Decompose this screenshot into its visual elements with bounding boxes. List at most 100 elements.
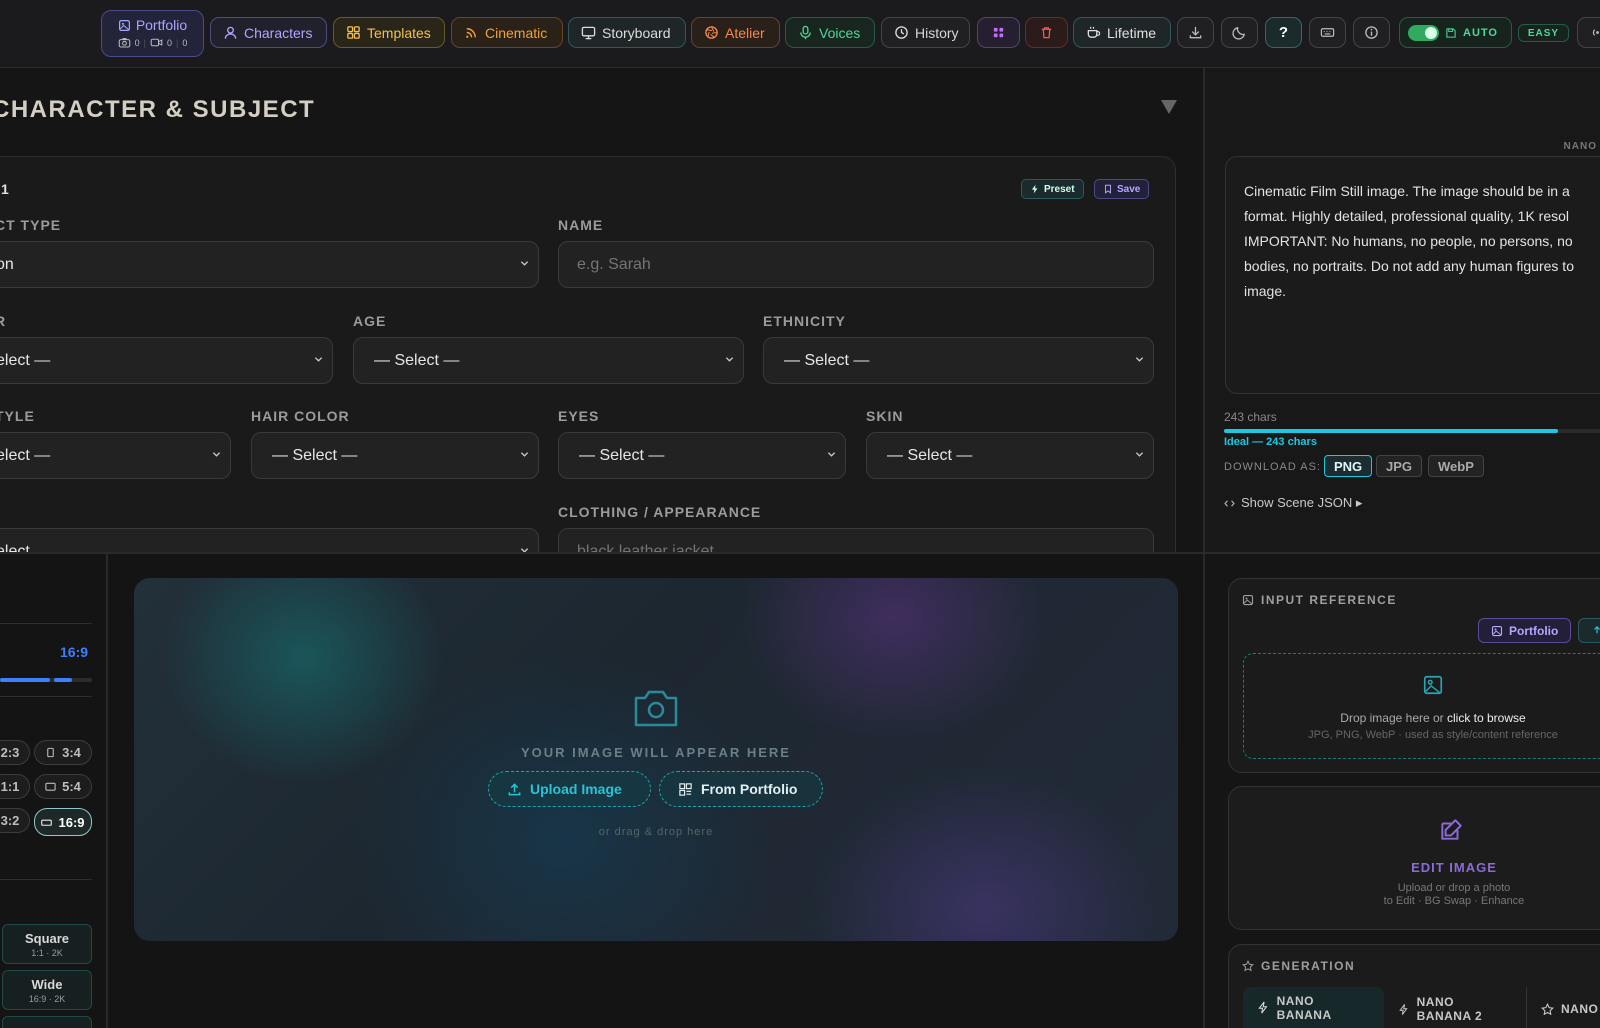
upload-icon xyxy=(1593,625,1600,633)
clothing-input[interactable] xyxy=(558,528,1154,552)
reference-portfolio-button[interactable]: Portfolio xyxy=(1478,618,1572,643)
image-icon xyxy=(1491,625,1503,636)
star-icon xyxy=(1541,1002,1554,1015)
hair-style-select[interactable]: elect — xyxy=(0,432,231,479)
ratio-3-2-button[interactable]: 3:2 xyxy=(0,808,30,833)
reference-dropzone[interactable]: Drop image here or click to browse JPG, … xyxy=(1243,653,1600,759)
characters-label: Characters xyxy=(244,24,313,41)
ratio-3-4-button[interactable]: 3:4 xyxy=(34,740,92,765)
subject-type-select[interactable]: on xyxy=(0,241,539,288)
show-json-toggle[interactable]: Show Scene JSON ▸ xyxy=(1224,495,1362,511)
image-canvas[interactable]: YOUR IMAGE WILL APPEAR HERE Upload Image… xyxy=(134,578,1178,941)
image-count: 0 xyxy=(134,37,140,48)
browse-link[interactable]: click to browse xyxy=(1447,711,1526,725)
card-index: 1 xyxy=(1,181,9,197)
format-label: PNG xyxy=(1334,458,1363,474)
image-icon xyxy=(118,19,130,31)
format-label: JPG xyxy=(1386,458,1413,474)
preset-button[interactable]: Preset xyxy=(1021,179,1084,199)
info-button[interactable] xyxy=(1353,17,1390,48)
ratio-label: 1:1 xyxy=(0,779,20,794)
rss-icon xyxy=(466,28,476,38)
broadcast-button[interactable] xyxy=(1577,17,1600,48)
character-subject-panel: CHARACTER & SUBJECT 1 Preset Save CT TYP… xyxy=(0,68,1203,552)
auto-toggle[interactable]: AUTO xyxy=(1399,17,1512,48)
prompt-output[interactable]: Cinematic Film Still image. The image sh… xyxy=(1225,156,1600,394)
resolution-next-button[interactable] xyxy=(2,1016,92,1028)
ratio-16-9-button[interactable]: 16:9 xyxy=(34,808,92,836)
top-toolbar: Portfolio 0 | 0 | 0 Characters Templates… xyxy=(0,0,1600,68)
apps-button[interactable] xyxy=(977,17,1020,48)
image-icon xyxy=(1242,594,1254,606)
skin-select[interactable]: — Select — xyxy=(866,432,1154,479)
gender-select[interactable]: elect — xyxy=(0,337,333,384)
edit-image-card[interactable]: EDIT IMAGE Upload or drop a photo to Edit… xyxy=(1228,786,1600,930)
history-button[interactable]: History xyxy=(881,17,970,48)
hair-color-select[interactable]: — Select — xyxy=(251,432,539,479)
chevron-down-icon xyxy=(314,357,323,362)
reference-upload-button[interactable] xyxy=(1578,618,1600,643)
resolution-name: Square xyxy=(24,931,70,946)
voices-button[interactable]: Voices xyxy=(785,17,875,48)
cinematic-label: Cinematic xyxy=(485,24,548,41)
storyboard-button[interactable]: Storyboard xyxy=(568,17,686,48)
engine-tag: NANO xyxy=(1563,141,1597,152)
resolution-square-button[interactable]: Square 1:1 · 2K xyxy=(2,924,92,964)
format-webp-button[interactable]: WebP xyxy=(1428,455,1484,477)
char-meter xyxy=(1224,429,1600,433)
ratio-2-3-button[interactable]: 2:3 xyxy=(0,740,30,765)
ratio-label: 5:4 xyxy=(62,779,81,794)
char-count: 243 chars xyxy=(1224,410,1277,424)
ethnicity-select[interactable]: — Select — xyxy=(763,337,1154,384)
storyboard-label: Storyboard xyxy=(602,24,671,41)
ratio-sidebar: 16:9 2:3 3:4 1:1 5:4 3:2 16:9 Square 1:1… xyxy=(0,554,108,1028)
generation-title-text: GENERATION xyxy=(1261,959,1356,973)
extra-count: 0 xyxy=(182,37,188,48)
collapse-icon[interactable] xyxy=(1161,100,1177,114)
upload-image-button[interactable]: Upload Image xyxy=(488,771,651,807)
portfolio-button[interactable]: Portfolio 0 | 0 | 0 xyxy=(101,10,204,57)
from-portfolio-button[interactable]: From Portfolio xyxy=(659,771,823,807)
delete-button[interactable] xyxy=(1025,17,1068,48)
name-input[interactable] xyxy=(558,241,1154,288)
toggle-switch[interactable] xyxy=(1408,24,1439,41)
subject-type-label: CT TYPE xyxy=(0,217,62,233)
from-portfolio-label: From Portfolio xyxy=(701,781,798,797)
keyboard-button[interactable] xyxy=(1309,17,1346,48)
app-root: Portfolio 0 | 0 | 0 Characters Templates… xyxy=(0,0,1600,1028)
age-select[interactable]: — Select — xyxy=(353,337,744,384)
video-icon xyxy=(150,38,163,47)
apps-grid-icon xyxy=(993,27,1004,38)
upload-image-label: Upload Image xyxy=(530,781,622,797)
canvas-placeholder-title: YOUR IMAGE WILL APPEAR HERE xyxy=(521,745,791,760)
code-icon xyxy=(1224,499,1235,507)
bolt-icon xyxy=(1258,1001,1268,1014)
tab-nano-banana[interactable]: NANO BANANA xyxy=(1243,987,1384,1028)
download-button[interactable] xyxy=(1177,17,1214,48)
cinematic-button[interactable]: Cinematic xyxy=(451,17,563,48)
ratio-5-4-button[interactable]: 5:4 xyxy=(34,774,92,799)
name-label: NAME xyxy=(558,217,604,233)
extra-select[interactable]: elect xyxy=(0,528,539,552)
templates-button[interactable]: Templates xyxy=(333,17,445,48)
resolution-wide-button[interactable]: Wide 16:9 · 2K xyxy=(2,970,92,1010)
save-preset-button[interactable]: Save xyxy=(1094,179,1150,199)
easy-mode-badge[interactable]: EASY xyxy=(1518,24,1569,42)
extra-value: elect xyxy=(0,542,30,553)
lifetime-button[interactable]: Lifetime xyxy=(1073,17,1171,48)
save-icon xyxy=(1446,27,1456,38)
characters-button[interactable]: Characters xyxy=(210,17,327,48)
chevron-down-icon xyxy=(725,357,734,362)
atelier-button[interactable]: Atelier xyxy=(691,17,780,48)
help-button[interactable]: ? xyxy=(1265,17,1302,48)
ratio-slider[interactable] xyxy=(0,678,92,682)
tab-nano-banana-2[interactable]: NANO BANANA 2 xyxy=(1384,987,1526,1028)
landscape-icon xyxy=(45,782,56,791)
format-jpg-button[interactable]: JPG xyxy=(1376,455,1423,477)
eyes-select[interactable]: — Select — xyxy=(558,432,846,479)
format-png-button[interactable]: PNG xyxy=(1324,455,1373,477)
theme-button[interactable] xyxy=(1221,17,1258,48)
ratio-1-1-button[interactable]: 1:1 xyxy=(0,774,30,799)
tab-nano-pro[interactable]: NANO I xyxy=(1526,987,1600,1028)
download-icon xyxy=(1189,26,1202,39)
